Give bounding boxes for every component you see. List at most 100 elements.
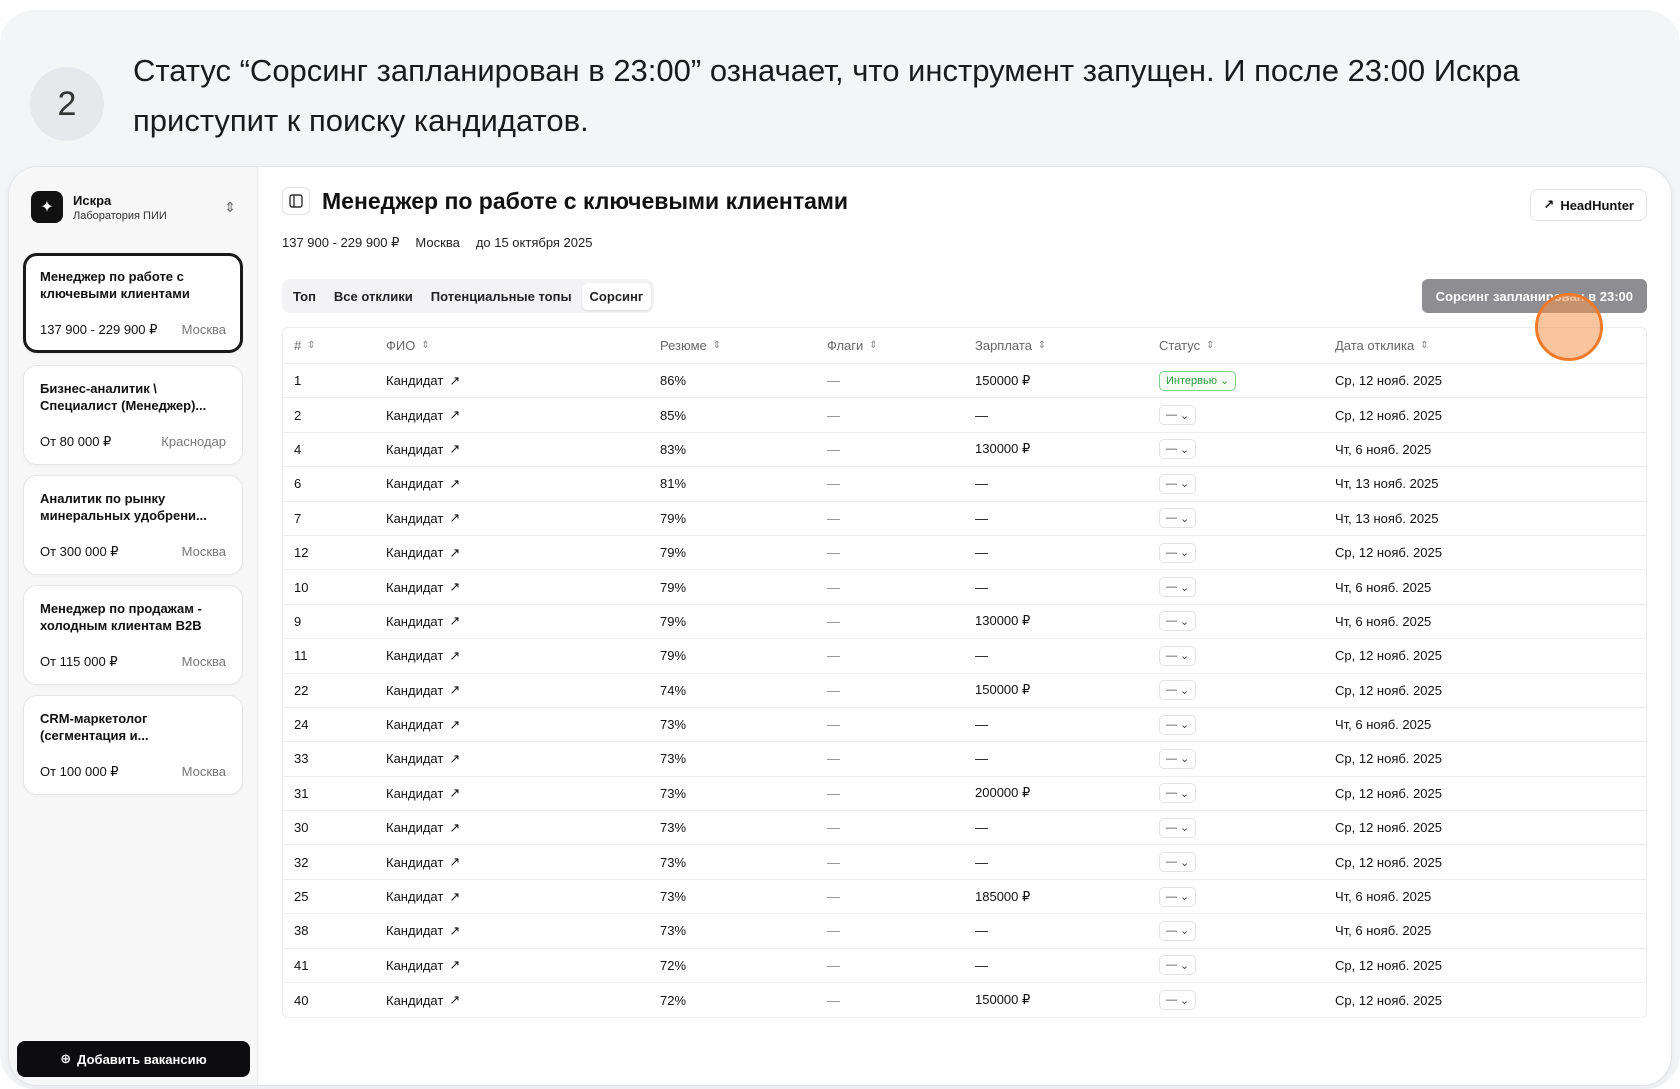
table-row[interactable]: 9 Кандидат ↗ 79% — 130000 ₽ — ⌄ Чт, 6 нояб. 2025 xyxy=(283,605,1646,640)
vacancy-card[interactable]: Менеджер по продажам - холодным клиентам… xyxy=(23,585,243,685)
status-select[interactable]: — ⌄ xyxy=(1159,852,1197,873)
vacancy-card[interactable]: Аналитик по рынку минеральных удобрени..… xyxy=(23,475,243,575)
status-select[interactable]: — ⌄ xyxy=(1159,439,1197,460)
col-salary[interactable]: Зарплата ⇕ xyxy=(975,328,1046,363)
table-row[interactable]: 25 Кандидат ↗ 73% — 185000 ₽ — ⌄ Чт, 6 нояб. 202… xyxy=(283,880,1646,915)
candidate-link[interactable]: Кандидат ↗ xyxy=(386,820,460,836)
status-select[interactable]: — ⌄ xyxy=(1159,817,1197,838)
candidate-link[interactable]: Кандидат ↗ xyxy=(386,373,460,389)
candidate-link[interactable]: Кандидат ↗ xyxy=(386,751,460,767)
status-select[interactable]: — ⌄ xyxy=(1159,886,1197,907)
vacancy-salary: От 300 000 ₽ xyxy=(40,544,119,559)
table-row[interactable]: 1 Кандидат ↗ 86% — 150000 ₽ Интервью ⌄ Ср, 12 но… xyxy=(283,364,1646,399)
flags-cell: — xyxy=(827,957,840,973)
status-select[interactable]: — ⌄ xyxy=(1159,405,1197,426)
candidate-link[interactable]: Кандидат ↗ xyxy=(386,579,460,595)
status-select[interactable]: — ⌄ xyxy=(1159,645,1197,666)
candidate-link[interactable]: Кандидат ↗ xyxy=(386,992,460,1008)
resume-score: 81% xyxy=(660,476,687,492)
candidate-link[interactable]: Кандидат ↗ xyxy=(386,889,460,905)
candidate-link[interactable]: Кандидат ↗ xyxy=(386,923,460,939)
vacancy-card[interactable]: Менеджер по работе с ключевыми клиентами… xyxy=(23,253,243,353)
vacancy-card[interactable]: CRM-маркетолог (сегментация и... От 100 … xyxy=(23,695,243,795)
candidate-link[interactable]: Кандидат ↗ xyxy=(386,510,460,526)
table-row[interactable]: 38 Кандидат ↗ 73% — — — ⌄ Чт, 6 нояб. 2025 xyxy=(283,914,1646,949)
table-row[interactable]: 40 Кандидат ↗ 72% — 150000 ₽ — ⌄ Ср, 12 нояб. 20… xyxy=(283,983,1646,1017)
table-row[interactable]: 7 Кандидат ↗ 79% — — — ⌄ Чт, 13 нояб. 2025 xyxy=(283,502,1646,536)
col-status[interactable]: Статус ⇕ xyxy=(1159,328,1215,363)
status-select[interactable]: — ⌄ xyxy=(1159,473,1197,494)
candidate-link[interactable]: Кандидат ↗ xyxy=(386,407,460,423)
status-select[interactable]: — ⌄ xyxy=(1159,714,1197,735)
vacancy-card[interactable]: Бизнес-аналитик \ Специалист (Менеджер).… xyxy=(23,365,243,465)
table-row[interactable]: 4 Кандидат ↗ 83% — 130000 ₽ — ⌄ Чт, 6 нояб. 2025 xyxy=(283,433,1646,468)
status-select[interactable]: — ⌄ xyxy=(1159,990,1197,1011)
col-resume[interactable]: Резюме ⇕ xyxy=(660,328,721,363)
table-row[interactable]: 32 Кандидат ↗ 73% — — — ⌄ Ср, 12 нояб. 2025 xyxy=(283,845,1646,880)
sidebar-panel-icon[interactable] xyxy=(282,187,310,215)
headhunter-button[interactable]: ↗ HeadHunter xyxy=(1530,189,1647,221)
sort-icon: ⇕ xyxy=(1206,340,1215,351)
candidate-link[interactable]: Кандидат ↗ xyxy=(386,854,460,870)
sourcing-status-button[interactable]: Сорсинг запланирован в 23:00 xyxy=(1421,279,1647,313)
col-flags[interactable]: Флаги ⇕ xyxy=(827,328,878,363)
tab-potential-tops[interactable]: Потенциальные топы xyxy=(423,283,580,310)
org-name: Искра xyxy=(73,192,112,208)
flags-cell: — xyxy=(827,510,840,526)
table-row[interactable]: 41 Кандидат ↗ 72% — — — ⌄ Ср, 12 нояб. 2025 xyxy=(283,949,1646,984)
table-row[interactable]: 10 Кандидат ↗ 79% — — — ⌄ Чт, 6 нояб. 2025 xyxy=(283,570,1646,605)
table-row[interactable]: 6 Кандидат ↗ 81% — — — ⌄ Чт, 13 нояб. 2025 xyxy=(283,467,1646,502)
status-select[interactable]: — ⌄ xyxy=(1159,920,1197,941)
table-row[interactable]: 2 Кандидат ↗ 85% — — — ⌄ Ср, 12 нояб. 2025 xyxy=(283,398,1646,433)
tab-top[interactable]: Топ xyxy=(285,283,324,310)
candidate-link[interactable]: Кандидат ↗ xyxy=(386,545,460,561)
status-select[interactable]: — ⌄ xyxy=(1159,577,1197,598)
candidate-link[interactable]: Кандидат ↗ xyxy=(386,717,460,733)
table-row[interactable]: 30 Кандидат ↗ 73% — — — ⌄ Ср, 12 нояб. 2025 xyxy=(283,811,1646,846)
chevron-down-icon: ⌄ xyxy=(1180,684,1190,697)
org-switcher[interactable]: ✦ Искра Лаборатория ПИИ ⇕ xyxy=(31,187,236,227)
table-row[interactable]: 11 Кандидат ↗ 79% — — — ⌄ Ср, 12 нояб. 2025 xyxy=(283,639,1646,674)
flags-cell: — xyxy=(827,407,840,423)
status-select[interactable]: — ⌄ xyxy=(1159,611,1197,632)
table-row[interactable]: 24 Кандидат ↗ 73% — — — ⌄ Чт, 6 нояб. 2025 xyxy=(283,708,1646,743)
candidate-link[interactable]: Кандидат ↗ xyxy=(386,648,460,664)
status-select[interactable]: — ⌄ xyxy=(1159,680,1197,701)
table-row[interactable]: 31 Кандидат ↗ 73% — 200000 ₽ — ⌄ Ср, 12 нояб. 20… xyxy=(283,777,1646,812)
vacancy-salary: От 100 000 ₽ xyxy=(40,764,119,779)
row-number: 30 xyxy=(294,820,309,836)
salary-cell: — xyxy=(975,717,988,733)
flags-cell: — xyxy=(827,579,840,595)
table-row[interactable]: 33 Кандидат ↗ 73% — — — ⌄ Ср, 12 нояб. 2025 xyxy=(283,742,1646,777)
status-select[interactable]: — ⌄ xyxy=(1159,748,1197,769)
tab-all-responses[interactable]: Все отклики xyxy=(326,283,421,310)
salary-cell: — xyxy=(975,854,988,870)
candidate-link[interactable]: Кандидат ↗ xyxy=(386,476,460,492)
col-date[interactable]: Дата отклика ⇕ xyxy=(1335,328,1429,363)
status-select[interactable]: — ⌄ xyxy=(1159,955,1197,976)
tab-sourcing[interactable]: Сорсинг xyxy=(581,282,652,310)
candidate-link[interactable]: Кандидат ↗ xyxy=(386,682,460,698)
external-link-icon: ↗ xyxy=(449,922,461,938)
table-row[interactable]: 22 Кандидат ↗ 74% — 150000 ₽ — ⌄ Ср, 12 нояб. 20… xyxy=(283,674,1646,708)
candidate-link[interactable]: Кандидат ↗ xyxy=(386,441,460,457)
status-select[interactable]: — ⌄ xyxy=(1159,783,1197,804)
flags-cell: — xyxy=(827,820,840,836)
resume-score: 85% xyxy=(660,407,687,423)
resume-score: 73% xyxy=(660,889,687,905)
row-number: 31 xyxy=(294,785,309,801)
candidate-link[interactable]: Кандидат ↗ xyxy=(386,957,460,973)
status-select[interactable]: — ⌄ xyxy=(1159,542,1197,563)
table-row[interactable]: 12 Кандидат ↗ 79% — — — ⌄ Ср, 12 нояб. 2025 xyxy=(283,536,1646,571)
candidate-link[interactable]: Кандидат ↗ xyxy=(386,785,460,801)
status-select[interactable]: — ⌄ xyxy=(1159,508,1197,529)
salary-cell: — xyxy=(975,407,988,423)
status-select[interactable]: Интервью ⌄ xyxy=(1159,370,1237,391)
col-name[interactable]: ФИО ⇕ xyxy=(386,328,430,363)
candidate-link[interactable]: Кандидат ↗ xyxy=(386,613,460,629)
add-vacancy-button[interactable]: ⊕ Добавить вакансию xyxy=(17,1041,250,1077)
add-vacancy-label: Добавить вакансию xyxy=(77,1051,207,1067)
flags-cell: — xyxy=(827,373,840,389)
response-date: Чт, 13 нояб. 2025 xyxy=(1335,510,1439,526)
col-number[interactable]: # ⇕ xyxy=(294,328,316,363)
